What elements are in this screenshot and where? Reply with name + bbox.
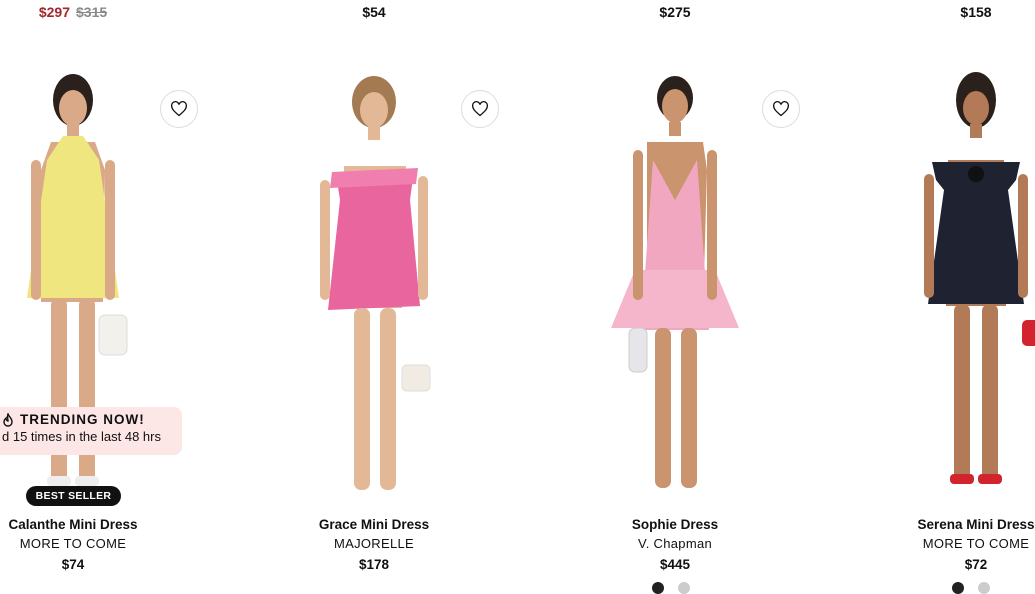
product-price: $178	[358, 557, 390, 572]
product-info[interactable]: Grace Mini Dress MAJORELLE $178	[224, 516, 524, 576]
product-info[interactable]: Serena Mini Dress MORE TO COME $72	[826, 516, 1035, 576]
previous-price: $275	[659, 4, 691, 20]
original-price: $315	[76, 4, 108, 20]
product-image[interactable]	[826, 70, 1035, 500]
product-info[interactable]: Calanthe Mini Dress MORE TO COME $74	[0, 516, 223, 576]
trending-banner: TRENDING NOW! d 15 times in the last 48 …	[0, 407, 182, 455]
heart-icon	[472, 101, 488, 117]
previous-price: $297 $315	[39, 4, 107, 20]
color-swatch[interactable]	[678, 582, 690, 594]
model-figure	[320, 76, 431, 490]
product-name[interactable]: Serena Mini Dress	[826, 516, 1035, 534]
product-card[interactable]: Sophie Dress V. Chapman $445	[525, 70, 825, 585]
product-card[interactable]: Grace Mini Dress MAJORELLE $178	[224, 70, 524, 585]
heart-icon	[773, 101, 789, 117]
color-swatch[interactable]	[978, 582, 990, 594]
best-seller-badge: BEST SELLER	[26, 486, 121, 506]
product-card[interactable]: Serena Mini Dress MORE TO COME $72	[826, 70, 1035, 585]
previous-price: $54	[362, 4, 386, 20]
product-price: $445	[659, 557, 691, 572]
product-brand[interactable]: MORE TO COME	[0, 534, 223, 554]
product-name[interactable]: Sophie Dress	[525, 516, 825, 534]
product-card[interactable]: Calanthe Mini Dress MORE TO COME $74	[0, 70, 223, 585]
product-price: $74	[61, 557, 85, 572]
product-info[interactable]: Sophie Dress V. Chapman $445	[525, 516, 825, 576]
sale-price: $297	[38, 4, 70, 20]
model-figure	[924, 72, 1035, 484]
product-name[interactable]: Grace Mini Dress	[224, 516, 524, 534]
model-figure	[611, 76, 739, 488]
flame-icon	[3, 412, 13, 427]
product-brand[interactable]: MORE TO COME	[826, 534, 1035, 554]
color-swatch[interactable]	[952, 582, 964, 594]
color-swatches[interactable]	[652, 582, 690, 594]
product-brand[interactable]: V. Chapman	[525, 534, 825, 554]
product-image[interactable]	[525, 70, 825, 500]
product-image[interactable]	[224, 70, 524, 500]
wishlist-button[interactable]	[762, 90, 800, 128]
trending-title: TRENDING NOW!	[20, 412, 145, 427]
color-swatches[interactable]	[952, 582, 990, 594]
product-price: $72	[964, 557, 988, 572]
product-name[interactable]: Calanthe Mini Dress	[0, 516, 223, 534]
trending-subtitle: d 15 times in the last 48 hrs	[2, 429, 161, 444]
previous-price: $158	[960, 4, 992, 20]
wishlist-button[interactable]	[160, 90, 198, 128]
color-swatch[interactable]	[652, 582, 664, 594]
product-brand[interactable]: MAJORELLE	[224, 534, 524, 554]
heart-icon	[171, 101, 187, 117]
wishlist-button[interactable]	[461, 90, 499, 128]
